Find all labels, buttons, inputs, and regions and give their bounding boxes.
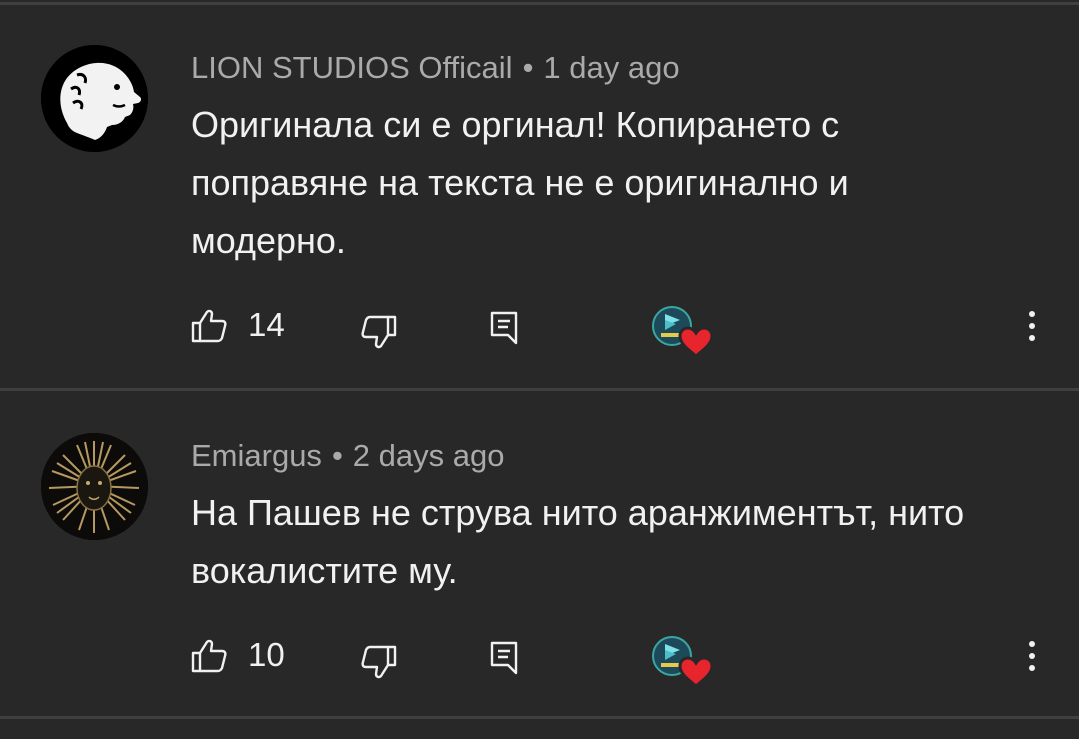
author-name[interactable]: Emiargus — [191, 438, 322, 473]
comment-time: 1 day ago — [543, 50, 680, 85]
author-name[interactable]: LION STUDIOS Officail — [191, 50, 513, 85]
top-divider — [0, 2, 1079, 5]
like-count: 10 — [248, 636, 285, 673]
comment-actions: 10 — [0, 630, 1079, 688]
meta-separator: • — [331, 438, 343, 473]
meta-separator: • — [522, 50, 534, 85]
more-options-icon[interactable] — [1022, 300, 1042, 350]
reply-icon[interactable] — [489, 640, 519, 676]
comment-meta: LION STUDIOS Officail • 1 day ago — [191, 50, 680, 86]
golden-lion-mane-icon — [41, 433, 148, 540]
comment-meta: Emiargus • 2 days ago — [191, 438, 504, 474]
thumbs-up-icon[interactable] — [190, 308, 228, 344]
thumbs-up-icon[interactable] — [190, 638, 228, 674]
avatar[interactable] — [41, 433, 148, 540]
comment-divider — [0, 716, 1079, 719]
comment-divider — [0, 388, 1079, 391]
thumbs-down-icon[interactable] — [360, 314, 398, 350]
creator-heart-icon — [652, 636, 714, 688]
lion-head-icon — [41, 45, 148, 152]
comment-time: 2 days ago — [352, 438, 505, 473]
reply-icon[interactable] — [489, 310, 519, 346]
like-count: 14 — [248, 306, 285, 343]
thumbs-down-icon[interactable] — [360, 644, 398, 680]
avatar[interactable] — [41, 45, 148, 152]
creator-heart-icon — [652, 306, 714, 358]
more-options-icon[interactable] — [1022, 630, 1042, 680]
comment-text: На Пашев не струва нито аранжиментът, ни… — [191, 492, 965, 591]
comment-text: Оригинала си е оргинал! Копирането с поп… — [191, 104, 849, 261]
comment-actions: 14 — [0, 300, 1079, 358]
